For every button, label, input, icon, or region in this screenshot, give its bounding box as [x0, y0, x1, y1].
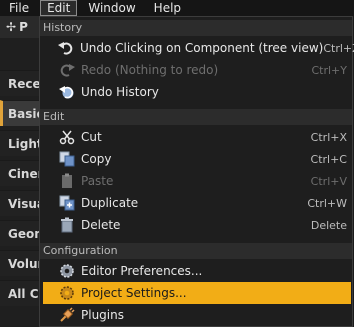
- category-visual[interactable]: Visua: [0, 190, 40, 216]
- project-settings-icon: [58, 285, 75, 302]
- menu-item-copy[interactable]: Copy Ctrl+C: [43, 148, 351, 170]
- menu-item-label: Delete: [81, 218, 121, 232]
- menu-item-shortcut: Ctrl+Z: [323, 41, 354, 55]
- undo-history-icon: [58, 84, 75, 101]
- menu-item-duplicate[interactable]: Duplicate Ctrl+W: [43, 192, 351, 214]
- menu-item-paste[interactable]: Paste Ctrl+V: [43, 170, 351, 192]
- menu-item-shortcut: Ctrl+C: [310, 152, 347, 166]
- category-volumes[interactable]: Volun: [0, 250, 40, 276]
- scissors-icon: [58, 129, 75, 146]
- editor-preferences-icon: [58, 263, 75, 280]
- category-recent[interactable]: Recen: [0, 70, 40, 96]
- menu-item-label: Paste: [81, 174, 114, 188]
- section-history-header: History: [40, 20, 352, 36]
- place-actors-icon: ✢: [6, 20, 17, 34]
- menu-item-label: Plugins: [81, 308, 124, 322]
- category-cinematic[interactable]: Cinem: [0, 160, 40, 186]
- category-geometry[interactable]: Geom: [0, 220, 40, 246]
- section-configuration-header: Configuration: [40, 243, 352, 259]
- menu-item-label: Cut: [81, 130, 102, 144]
- menu-item-label: Redo (Nothing to redo): [81, 63, 219, 77]
- menu-item-shortcut: Delete: [310, 218, 347, 232]
- window-menu[interactable]: Window: [79, 0, 144, 16]
- plugins-icon: [58, 307, 75, 324]
- category-basic[interactable]: Basic: [0, 100, 40, 126]
- menu-item-plugins[interactable]: Plugins: [43, 304, 351, 326]
- menu-item-redo[interactable]: Redo (Nothing to redo) Ctrl+Y: [43, 59, 351, 81]
- copy-icon: [58, 151, 75, 168]
- file-menu[interactable]: File: [0, 0, 38, 16]
- menu-item-delete[interactable]: Delete Delete: [43, 214, 351, 236]
- menu-item-label: Project Settings...: [81, 286, 187, 300]
- menu-item-label: Copy: [81, 152, 112, 166]
- delete-icon: [58, 217, 75, 234]
- category-all-classes[interactable]: All Cla: [0, 280, 40, 306]
- menu-item-label: Duplicate: [81, 196, 139, 210]
- menu-item-editor-preferences[interactable]: Editor Preferences...: [43, 260, 351, 282]
- edit-dropdown-menu: History Undo Clicking on Component (tree…: [39, 16, 354, 327]
- menu-bar: File Edit Window Help: [0, 0, 354, 16]
- menu-item-shortcut: Ctrl+Y: [311, 63, 347, 77]
- category-lights[interactable]: Lights: [0, 130, 40, 156]
- menu-item-label: Undo History: [81, 85, 159, 99]
- place-actors-panel: ✢ P Recen Basic Lights Cinem Visua Geom …: [0, 16, 40, 327]
- undo-icon: [58, 40, 74, 57]
- paste-icon: [58, 173, 75, 190]
- menu-item-project-settings[interactable]: Project Settings...: [43, 282, 351, 304]
- section-edit-header: Edit: [40, 109, 352, 125]
- redo-icon: [58, 62, 75, 79]
- panel-header: ✢ P: [0, 16, 40, 38]
- help-menu[interactable]: Help: [145, 0, 190, 16]
- menu-item-undo-history[interactable]: Undo History: [43, 81, 351, 103]
- edit-menu[interactable]: Edit: [40, 0, 78, 16]
- menu-item-label: Editor Preferences...: [81, 264, 203, 278]
- menu-item-label: Undo Clicking on Component (tree view): [80, 41, 324, 55]
- panel-title: P: [19, 20, 28, 34]
- menu-item-shortcut: Ctrl+W: [307, 196, 347, 210]
- menu-item-undo[interactable]: Undo Clicking on Component (tree view) C…: [43, 37, 354, 59]
- menu-item-shortcut: Ctrl+X: [310, 130, 347, 144]
- menu-item-cut[interactable]: Cut Ctrl+X: [43, 126, 351, 148]
- menu-item-shortcut: Ctrl+V: [310, 174, 347, 188]
- duplicate-icon: [58, 195, 75, 212]
